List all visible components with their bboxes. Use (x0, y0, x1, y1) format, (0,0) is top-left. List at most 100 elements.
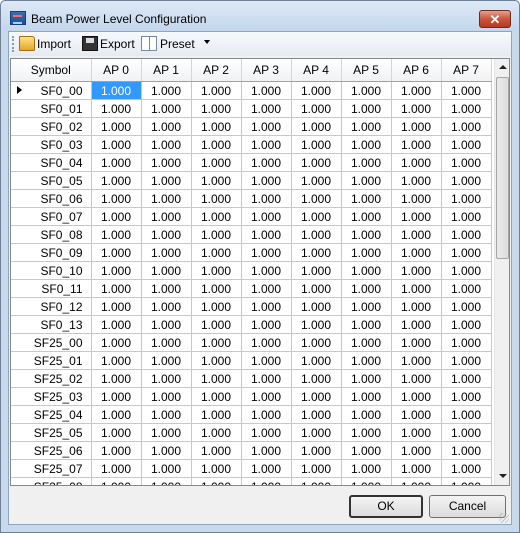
toolbar-grip-icon[interactable] (12, 36, 16, 52)
column-header-ap-4[interactable]: AP 4 (291, 59, 342, 82)
table-row[interactable]: SF25_04 1.000 1.000 1.000 1.000 1.000 1.000 1.0… (11, 405, 492, 424)
power-value-cell[interactable]: 1.000 (391, 153, 442, 172)
power-value-cell[interactable]: 1.000 (141, 171, 192, 190)
power-value-cell[interactable]: 1.000 (341, 171, 392, 190)
power-value-cell[interactable]: 1.000 (341, 441, 392, 460)
symbol-cell[interactable]: SF0_11 (11, 279, 92, 298)
power-value-cell[interactable]: 1.000 (341, 153, 392, 172)
power-value-cell[interactable]: 1.000 (291, 171, 342, 190)
scroll-up-arrow-icon[interactable] (495, 59, 509, 76)
power-value-cell[interactable]: 1.000 (91, 387, 142, 406)
power-value-cell[interactable]: 1.000 (141, 243, 192, 262)
power-value-cell[interactable]: 1.000 (91, 171, 142, 190)
power-value-cell[interactable]: 1.000 (141, 225, 192, 244)
power-value-cell[interactable]: 1.000 (191, 81, 242, 100)
power-value-cell[interactable]: 1.000 (441, 81, 492, 100)
power-value-cell[interactable]: 1.000 (291, 315, 342, 334)
table-row[interactable]: SF0_08 1.000 1.000 1.000 1.000 1.000 1.000 1.00… (11, 225, 492, 244)
power-value-cell[interactable]: 1.000 (191, 279, 242, 298)
power-value-cell[interactable]: 1.000 (441, 279, 492, 298)
power-value-cell[interactable]: 1.000 (91, 405, 142, 424)
power-value-cell[interactable]: 1.000 (241, 315, 292, 334)
power-value-cell[interactable]: 1.000 (241, 99, 292, 118)
power-value-cell[interactable]: 1.000 (291, 261, 342, 280)
column-header-ap-3[interactable]: AP 3 (241, 59, 292, 82)
scroll-down-arrow-icon[interactable] (495, 468, 509, 485)
power-value-cell[interactable]: 1.000 (441, 459, 492, 478)
power-value-cell[interactable]: 1.000 (341, 387, 392, 406)
power-value-cell[interactable]: 1.000 (241, 153, 292, 172)
export-button[interactable]: Export (100, 35, 135, 53)
table-row[interactable]: SF0_07 1.000 1.000 1.000 1.000 1.000 1.000 1.00… (11, 207, 492, 226)
power-value-cell[interactable]: 1.000 (141, 135, 192, 154)
power-value-cell[interactable]: 1.000 (441, 405, 492, 424)
symbol-cell[interactable]: SF0_04 (11, 153, 92, 172)
power-value-cell[interactable]: 1.000 (391, 81, 442, 100)
table-row[interactable]: SF0_05 1.000 1.000 1.000 1.000 1.000 1.000 1.00… (11, 171, 492, 190)
power-value-cell[interactable]: 1.000 (191, 189, 242, 208)
power-value-cell[interactable]: 1.000 (441, 99, 492, 118)
symbol-cell[interactable]: SF0_08 (11, 225, 92, 244)
power-value-cell[interactable]: 1.000 (191, 477, 242, 485)
power-value-cell[interactable]: 1.000 (241, 405, 292, 424)
power-value-cell[interactable]: 1.000 (241, 423, 292, 442)
power-value-cell[interactable]: 1.000 (191, 441, 242, 460)
power-value-cell[interactable]: 1.000 (141, 279, 192, 298)
power-value-cell[interactable]: 1.000 (441, 207, 492, 226)
power-value-cell[interactable]: 1.000 (241, 459, 292, 478)
column-header-ap-5[interactable]: AP 5 (341, 59, 392, 82)
power-value-cell[interactable]: 1.000 (291, 243, 342, 262)
power-value-cell[interactable]: 1.000 (391, 243, 442, 262)
power-value-cell[interactable]: 1.000 (291, 189, 342, 208)
power-value-cell[interactable]: 1.000 (291, 459, 342, 478)
power-value-cell[interactable]: 1.000 (291, 117, 342, 136)
close-button[interactable]: ✕ (479, 10, 511, 28)
table-row[interactable]: SF25_05 1.000 1.000 1.000 1.000 1.000 1.000 1.0… (11, 423, 492, 442)
power-value-cell[interactable]: 1.000 (91, 99, 142, 118)
power-value-cell[interactable]: 1.000 (141, 441, 192, 460)
power-value-cell[interactable]: 1.000 (241, 171, 292, 190)
power-value-cell[interactable]: 1.000 (191, 153, 242, 172)
power-value-cell[interactable]: 1.000 (441, 171, 492, 190)
power-value-cell[interactable]: 1.000 (391, 135, 442, 154)
power-value-cell[interactable]: 1.000 (391, 261, 442, 280)
power-value-cell[interactable]: 1.000 (141, 81, 192, 100)
power-value-cell[interactable]: 1.000 (341, 189, 392, 208)
power-value-cell[interactable]: 1.000 (391, 207, 442, 226)
power-value-cell[interactable]: 1.000 (391, 369, 442, 388)
power-value-cell[interactable]: 1.000 (391, 225, 442, 244)
power-value-cell[interactable]: 1.000 (241, 243, 292, 262)
table-row[interactable]: SF0_01 1.000 1.000 1.000 1.000 1.000 1.000 1.00… (11, 99, 492, 118)
column-header-ap-6[interactable]: AP 6 (391, 59, 442, 82)
power-value-cell[interactable]: 1.000 (191, 99, 242, 118)
power-value-cell[interactable]: 1.000 (191, 243, 242, 262)
power-value-cell[interactable]: 1.000 (241, 117, 292, 136)
symbol-cell[interactable]: SF0_00 (11, 81, 92, 100)
power-value-cell[interactable]: 1.000 (241, 333, 292, 352)
column-header-symbol[interactable]: Symbol (11, 59, 92, 82)
power-value-cell[interactable]: 1.000 (341, 81, 392, 100)
table-row[interactable]: SF25_07 1.000 1.000 1.000 1.000 1.000 1.000 1.0… (11, 459, 492, 478)
power-value-cell[interactable]: 1.000 (291, 99, 342, 118)
power-value-cell[interactable]: 1.000 (91, 279, 142, 298)
table-row[interactable]: SF25_02 1.000 1.000 1.000 1.000 1.000 1.000 1.0… (11, 369, 492, 388)
power-value-cell[interactable]: 1.000 (141, 297, 192, 316)
column-header-ap-2[interactable]: AP 2 (191, 59, 242, 82)
cancel-button[interactable]: Cancel (429, 495, 506, 518)
power-value-cell[interactable]: 1.000 (291, 207, 342, 226)
power-value-cell[interactable]: 1.000 (141, 423, 192, 442)
power-value-cell[interactable]: 1.000 (291, 477, 342, 485)
power-value-cell[interactable]: 1.000 (141, 477, 192, 485)
import-button[interactable]: Import (37, 35, 71, 53)
table-row[interactable]: SF25_06 1.000 1.000 1.000 1.000 1.000 1.000 1.0… (11, 441, 492, 460)
power-value-cell[interactable]: 1.000 (91, 261, 142, 280)
ok-button[interactable]: OK (349, 495, 423, 518)
symbol-cell[interactable]: SF25_08 (11, 477, 92, 485)
power-value-cell[interactable]: 1.000 (391, 189, 442, 208)
power-value-cell[interactable]: 1.000 (291, 351, 342, 370)
table-row[interactable]: SF0_09 1.000 1.000 1.000 1.000 1.000 1.000 1.00… (11, 243, 492, 262)
power-value-cell[interactable]: 1.000 (141, 261, 192, 280)
power-value-cell[interactable]: 1.000 (91, 189, 142, 208)
power-value-cell[interactable]: 1.000 (441, 441, 492, 460)
power-value-cell[interactable]: 1.000 (441, 423, 492, 442)
